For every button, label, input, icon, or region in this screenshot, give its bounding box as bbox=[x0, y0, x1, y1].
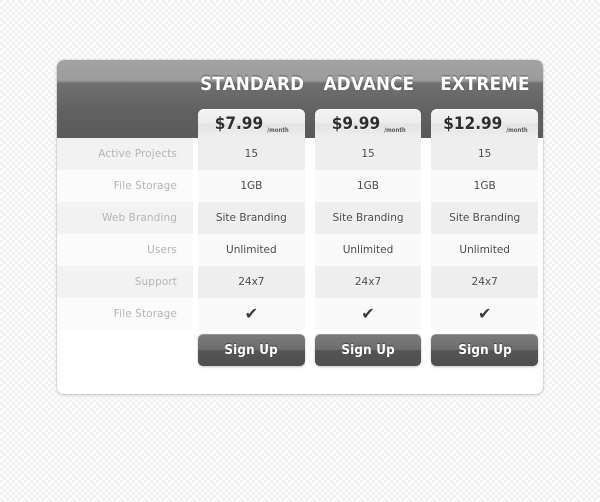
sign-up-button-label: Sign Up bbox=[341, 342, 395, 358]
price-cell-extreme: $12.99 /month bbox=[426, 109, 543, 138]
feature-cell-extreme: ✔ bbox=[426, 298, 543, 330]
feature-value: 24x7 bbox=[431, 266, 539, 298]
feature-value: Site Branding bbox=[431, 202, 539, 234]
price-row-spacer bbox=[57, 109, 193, 138]
feature-value: 24x7 bbox=[198, 266, 305, 298]
feature-value: 1GB bbox=[431, 170, 539, 202]
price-period-advance: /month bbox=[384, 127, 406, 134]
feature-label-web-branding: Web Branding bbox=[57, 202, 193, 234]
feature-label-file-storage-2: File Storage bbox=[57, 298, 193, 330]
table-row: Support 24x7 24x7 24x7 bbox=[57, 266, 543, 298]
feature-label-active-projects: Active Projects bbox=[57, 138, 193, 170]
feature-value: 15 bbox=[431, 138, 539, 170]
header-corner-spacer bbox=[57, 60, 193, 108]
feature-cell-standard: ✔ bbox=[193, 298, 310, 330]
feature-value-check: ✔ bbox=[198, 298, 305, 330]
feature-rows: Active Projects 15 15 15 File Storage 1G… bbox=[57, 138, 543, 372]
feature-cell-advance: Site Branding bbox=[310, 202, 427, 234]
feature-cell-standard: 1GB bbox=[193, 170, 310, 202]
feature-value: 1GB bbox=[314, 170, 422, 202]
price-row: $7.99 /month $9.99 /month $12.99 /month bbox=[57, 109, 543, 138]
plan-title-advance: ADVANCE bbox=[323, 73, 415, 95]
plan-title-standard: STANDARD bbox=[200, 73, 305, 95]
feature-cell-advance: 1GB bbox=[310, 170, 427, 202]
table-row: File Storage ✔ ✔ ✔ bbox=[57, 298, 543, 330]
price-box-extreme: $12.99 /month bbox=[431, 109, 539, 138]
feature-cell-standard: Unlimited bbox=[193, 234, 310, 266]
price-amount-standard: $7.99 bbox=[215, 113, 264, 134]
price-cell-advance: $9.99 /month bbox=[310, 109, 427, 138]
check-mark-icon: ✔ bbox=[244, 304, 259, 323]
pricing-table-header: STANDARD ADVANCE EXTREME $7.99 /month $9… bbox=[57, 60, 543, 138]
pricing-table-card: STANDARD ADVANCE EXTREME $7.99 /month $9… bbox=[57, 60, 543, 394]
feature-label-users: Users bbox=[57, 234, 193, 266]
feature-value: Site Branding bbox=[314, 202, 422, 234]
price-amount-advance: $9.99 bbox=[331, 113, 381, 134]
feature-value: Site Branding bbox=[198, 202, 305, 234]
feature-cell-advance: Unlimited bbox=[310, 234, 427, 266]
feature-value-check: ✔ bbox=[431, 298, 539, 330]
sign-up-button-label: Sign Up bbox=[457, 342, 512, 358]
feature-cell-extreme: 15 bbox=[426, 138, 543, 170]
feature-cell-standard: 24x7 bbox=[193, 266, 310, 298]
feature-value: 24x7 bbox=[314, 266, 422, 298]
table-row: File Storage 1GB 1GB 1GB bbox=[57, 170, 543, 202]
feature-cell-extreme: Site Branding bbox=[426, 202, 543, 234]
feature-cell-advance: 15 bbox=[310, 138, 427, 170]
check-mark-icon: ✔ bbox=[477, 304, 492, 323]
signup-row-spacer bbox=[57, 334, 193, 372]
feature-value: Unlimited bbox=[431, 234, 539, 266]
feature-label-support: Support bbox=[57, 266, 193, 298]
feature-cell-advance: 24x7 bbox=[310, 266, 427, 298]
sign-up-button-standard[interactable]: Sign Up bbox=[198, 334, 305, 366]
feature-cell-advance: ✔ bbox=[310, 298, 427, 330]
feature-cell-standard: 15 bbox=[193, 138, 310, 170]
price-box-advance: $9.99 /month bbox=[314, 109, 422, 138]
feature-label-file-storage: File Storage bbox=[57, 170, 193, 202]
feature-value: 1GB bbox=[198, 170, 305, 202]
feature-value-check: ✔ bbox=[314, 298, 422, 330]
feature-cell-extreme: 1GB bbox=[426, 170, 543, 202]
signup-row: Sign Up Sign Up Sign Up bbox=[57, 330, 543, 372]
signup-cell-extreme: Sign Up bbox=[426, 334, 543, 372]
price-box-standard: $7.99 /month bbox=[198, 109, 305, 138]
price-amount-extreme: $12.99 bbox=[443, 113, 503, 134]
table-row: Web Branding Site Branding Site Branding… bbox=[57, 202, 543, 234]
sign-up-button-extreme[interactable]: Sign Up bbox=[431, 334, 539, 366]
feature-value: Unlimited bbox=[198, 234, 305, 266]
feature-value: Unlimited bbox=[314, 234, 422, 266]
price-period-standard: /month bbox=[267, 127, 290, 134]
table-row: Active Projects 15 15 15 bbox=[57, 138, 543, 170]
sign-up-button-label: Sign Up bbox=[224, 342, 279, 358]
feature-cell-standard: Site Branding bbox=[193, 202, 310, 234]
signup-cell-standard: Sign Up bbox=[193, 334, 310, 372]
table-row: Users Unlimited Unlimited Unlimited bbox=[57, 234, 543, 266]
price-cell-standard: $7.99 /month bbox=[193, 109, 310, 138]
check-mark-icon: ✔ bbox=[361, 304, 375, 323]
plan-title-extreme: EXTREME bbox=[440, 73, 530, 95]
price-period-extreme: /month bbox=[506, 127, 529, 134]
feature-cell-extreme: Unlimited bbox=[426, 234, 543, 266]
sign-up-button-advance[interactable]: Sign Up bbox=[314, 334, 422, 366]
signup-cell-advance: Sign Up bbox=[310, 334, 427, 372]
feature-cell-extreme: 24x7 bbox=[426, 266, 543, 298]
feature-value: 15 bbox=[198, 138, 305, 170]
plan-title-row: STANDARD ADVANCE EXTREME bbox=[57, 60, 543, 108]
feature-value: 15 bbox=[314, 138, 422, 170]
